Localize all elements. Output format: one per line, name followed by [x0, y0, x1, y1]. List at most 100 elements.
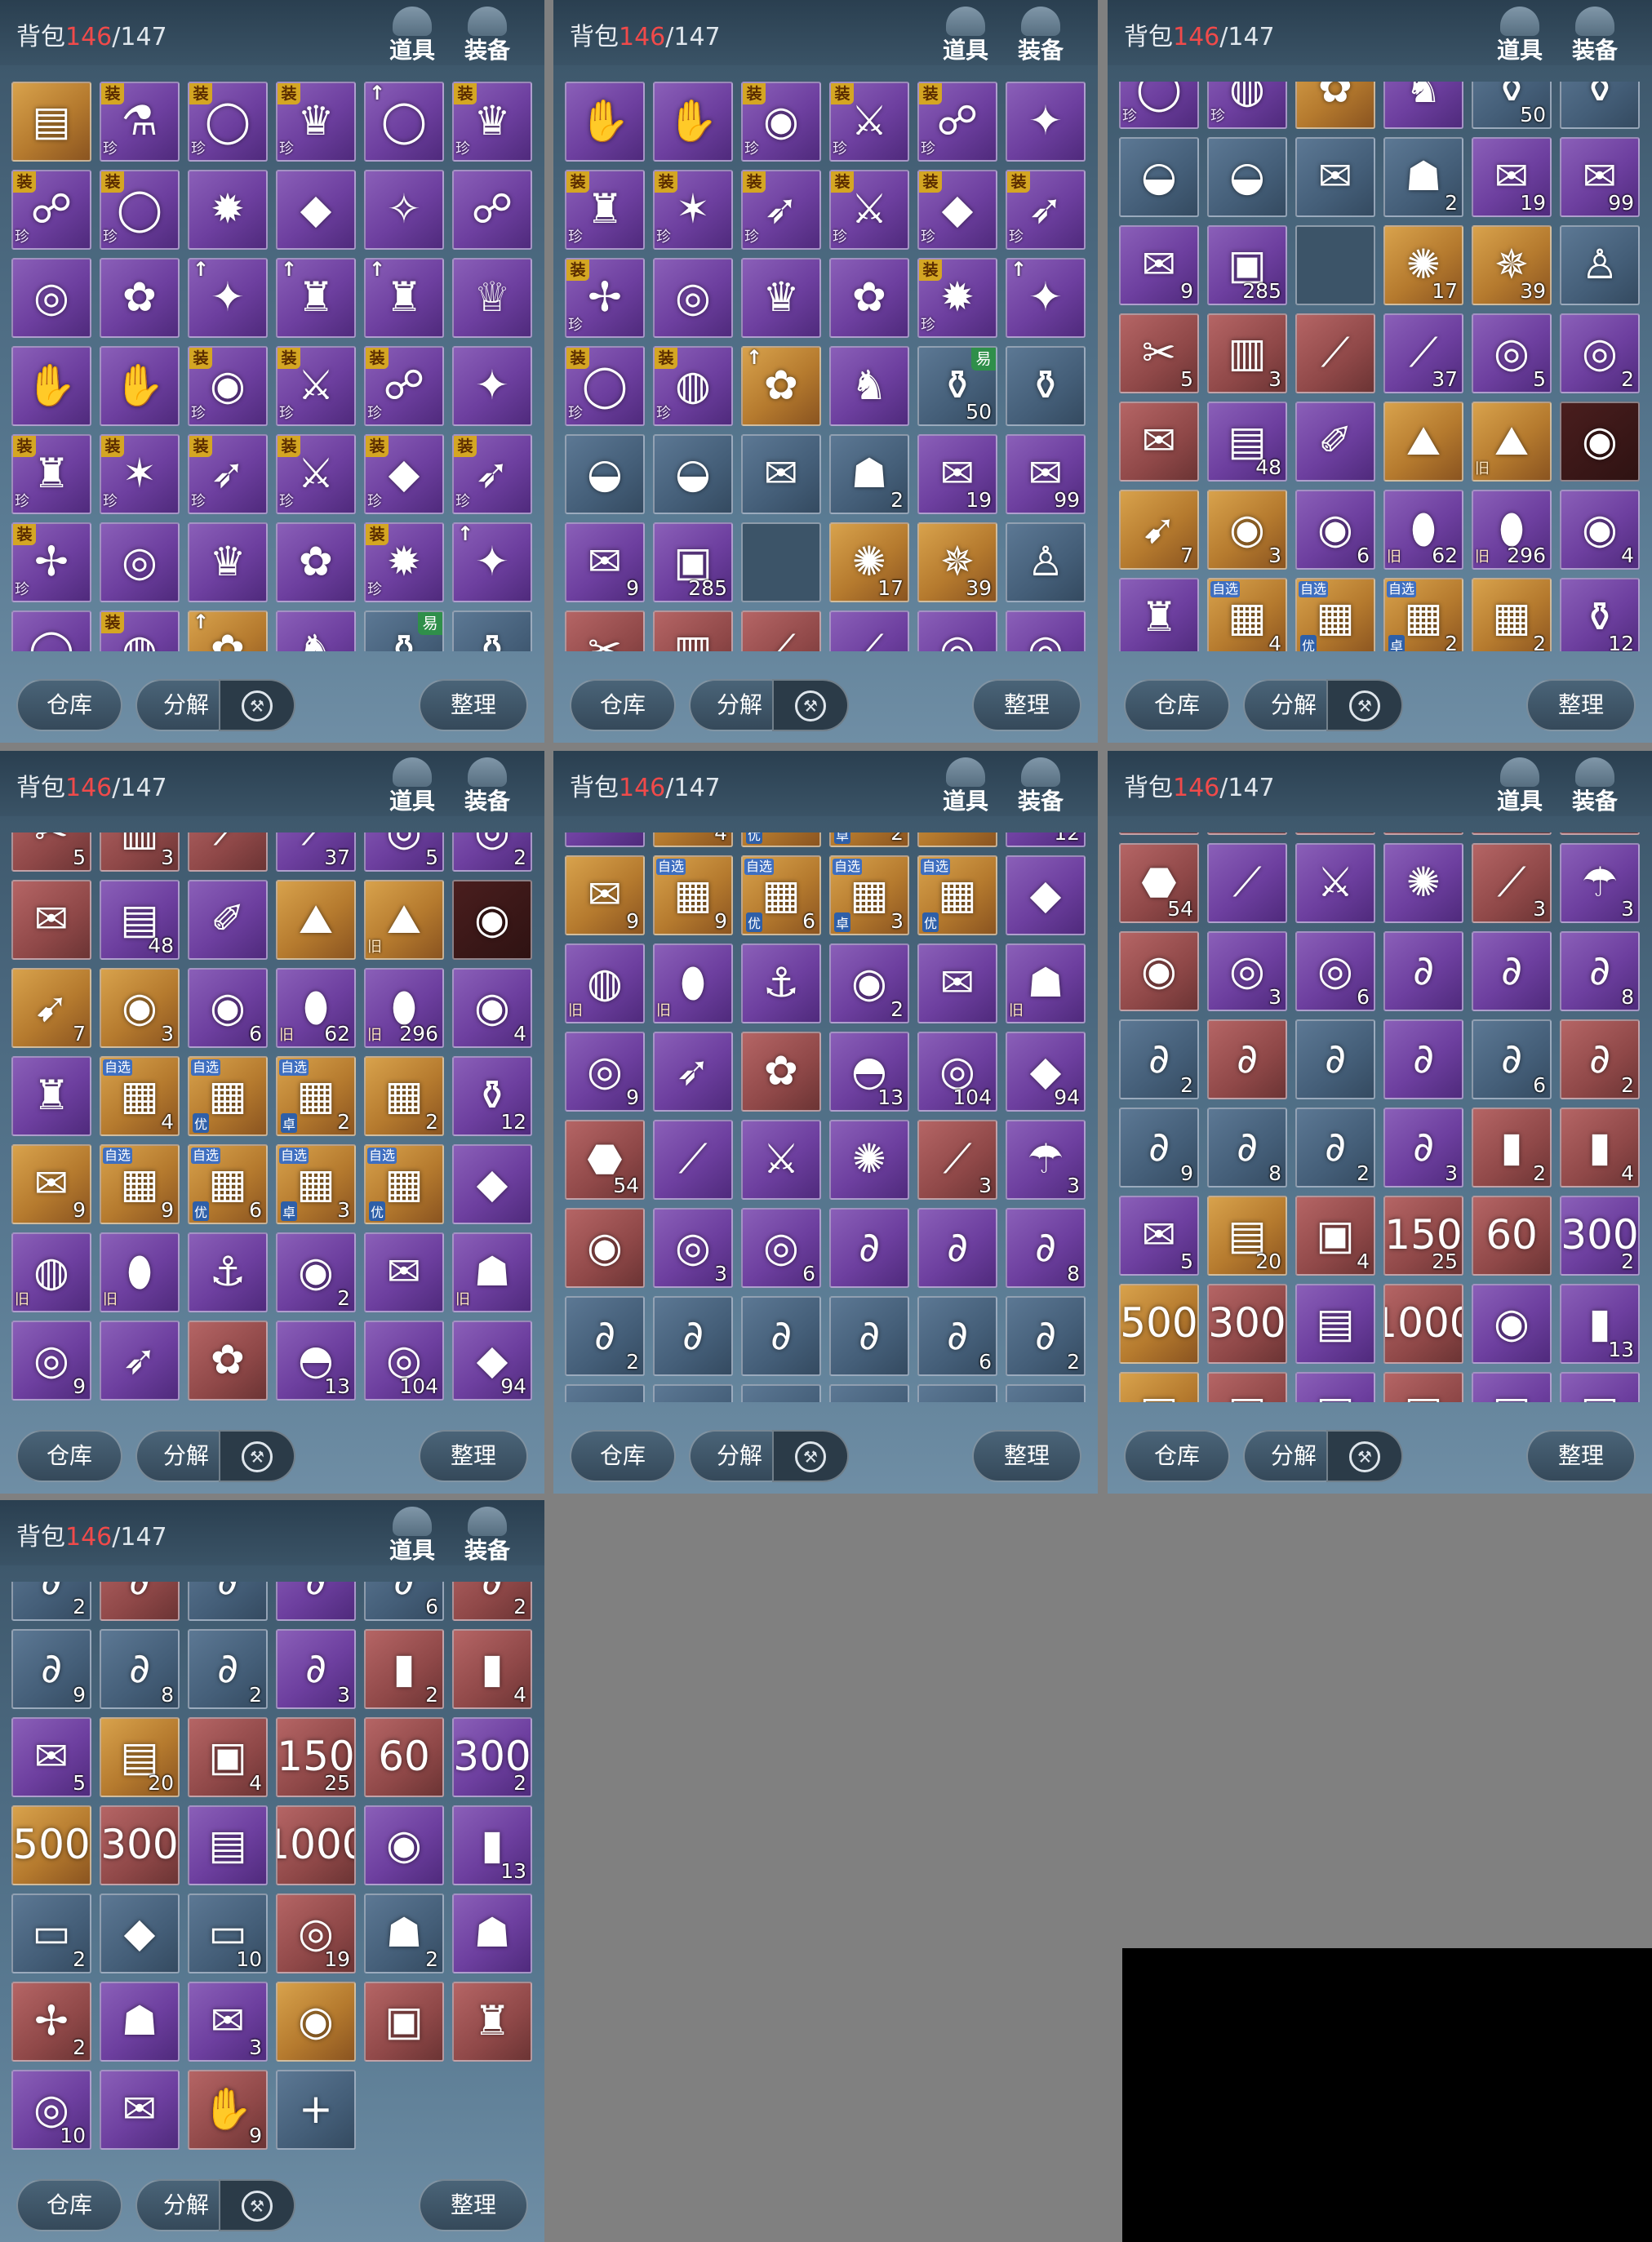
- item-slot[interactable]: ▤: [1560, 1372, 1640, 1402]
- item-slot[interactable]: ◉ 6: [188, 968, 268, 1048]
- item-slot[interactable]: ◯装珍: [100, 170, 180, 250]
- item-slot[interactable]: ▤: [1383, 1372, 1463, 1402]
- item-slot[interactable]: ✂5: [1119, 313, 1199, 393]
- item-slot[interactable]: ➶: [653, 1032, 733, 1112]
- item-slot[interactable]: ▦ 自选优: [188, 1056, 268, 1136]
- item-slot[interactable]: ∂: [1207, 1019, 1287, 1099]
- item-slot[interactable]: ✵ 39: [1472, 225, 1552, 305]
- item-slot[interactable]: ⚱: [1560, 82, 1640, 129]
- item-slot[interactable]: ∂: [741, 1384, 821, 1402]
- item-slot[interactable]: ✉ 9: [11, 1144, 91, 1224]
- item-slot[interactable]: ➶ 装珍: [188, 434, 268, 514]
- item-slot[interactable]: ✶ 装珍: [100, 434, 180, 514]
- item-slot[interactable]: ◓ 13: [276, 1321, 356, 1401]
- item-slot[interactable]: ⚔ 装珍: [829, 82, 909, 162]
- decompose-hammer-button[interactable]: ⚒: [772, 1430, 849, 1482]
- item-slot[interactable]: ▦ 自选优: [917, 855, 997, 935]
- item-slot[interactable]: ➶ 装珍: [1006, 170, 1086, 250]
- item-slot[interactable]: ◉ 2: [276, 1232, 356, 1312]
- item-slot[interactable]: ♜: [452, 1982, 532, 2062]
- item-slot[interactable]: ✵ 39: [917, 522, 997, 602]
- item-slot[interactable]: ⬣ 54: [1119, 843, 1199, 923]
- item-slot[interactable]: ⟋: [741, 610, 821, 651]
- item-slot[interactable]: ◉: [452, 880, 532, 960]
- item-slot[interactable]: ⟋37: [1383, 313, 1463, 393]
- item-slot[interactable]: ⬮ 旧 296: [1472, 490, 1552, 570]
- item-slot[interactable]: ✉ 9: [565, 522, 645, 602]
- item-slot[interactable]: ⚱12: [1006, 832, 1086, 847]
- item-slot[interactable]: ◎ 104: [364, 1321, 444, 1401]
- item-slot[interactable]: ♕: [452, 258, 532, 338]
- item-slot[interactable]: ▦ 自选卓 2: [276, 1056, 356, 1136]
- item-slot[interactable]: ◉ 4: [452, 968, 532, 1048]
- tab-items[interactable]: 道具: [1487, 7, 1552, 64]
- tab-equipment[interactable]: 装备: [455, 1507, 520, 1564]
- item-slot[interactable]: ◍装珍: [100, 610, 180, 651]
- item-slot[interactable]: ✦ ↑: [1006, 258, 1086, 338]
- item-slot[interactable]: ⬮ 旧 62: [276, 968, 356, 1048]
- item-slot[interactable]: ∂: [565, 1384, 645, 1402]
- item-slot[interactable]: 300 2: [452, 1717, 532, 1797]
- item-slot[interactable]: ✿: [1295, 82, 1375, 129]
- item-slot[interactable]: ✺: [829, 1120, 909, 1200]
- item-slot[interactable]: ☗: [452, 1893, 532, 1973]
- item-slot[interactable]: ⚔: [1295, 843, 1375, 923]
- item-slot[interactable]: ⟋ 3: [917, 1120, 997, 1200]
- item-slot[interactable]: ✉: [11, 880, 91, 960]
- item-slot[interactable]: ∂2: [1295, 1108, 1375, 1188]
- item-slot[interactable]: ∂ 8: [1207, 1108, 1287, 1188]
- item-slot[interactable]: ◒: [653, 434, 733, 514]
- item-slot[interactable]: ▤ 20: [100, 1717, 180, 1797]
- item-slot[interactable]: ∂2: [11, 1582, 91, 1621]
- item-slot[interactable]: ✉ 99: [1560, 137, 1640, 217]
- item-slot[interactable]: ◯装珍: [565, 346, 645, 426]
- arrange-button[interactable]: 整理: [972, 679, 1081, 731]
- item-slot[interactable]: ⚱ 易 50: [917, 346, 997, 426]
- item-slot[interactable]: ✿ ↑: [188, 610, 268, 651]
- item-slot[interactable]: ∂2: [565, 1296, 645, 1376]
- item-slot[interactable]: 300 2: [1560, 1196, 1640, 1276]
- storage-button[interactable]: 仓库: [16, 679, 122, 731]
- item-slot[interactable]: ⚔ 装珍: [276, 346, 356, 426]
- decompose-hammer-button[interactable]: ⚒: [219, 1430, 295, 1482]
- item-slot[interactable]: ◆ 94: [1006, 1032, 1086, 1112]
- item-slot[interactable]: ⚱12: [452, 1056, 532, 1136]
- item-slot[interactable]: ∂: [1207, 832, 1287, 835]
- tab-equipment[interactable]: 装备: [1008, 757, 1073, 815]
- item-slot[interactable]: ⚔ 装珍: [829, 170, 909, 250]
- item-slot[interactable]: ⛰ 旧: [1472, 402, 1552, 482]
- item-slot[interactable]: ◯: [11, 610, 91, 651]
- arrange-button[interactable]: 整理: [419, 1430, 528, 1482]
- item-slot[interactable]: ◎ 6: [741, 1208, 821, 1288]
- item-slot[interactable]: ✶ 装珍: [653, 170, 733, 250]
- item-slot[interactable]: ∂2: [1119, 1019, 1199, 1099]
- arrange-button[interactable]: 整理: [1526, 679, 1636, 731]
- storage-button[interactable]: 仓库: [1124, 679, 1230, 731]
- item-slot[interactable]: ◍ 旧: [565, 943, 645, 1023]
- item-slot[interactable]: ◉ 装珍: [188, 346, 268, 426]
- item-slot[interactable]: ◉ 2: [829, 943, 909, 1023]
- item-slot[interactable]: ✦: [1006, 82, 1086, 162]
- item-slot[interactable]: ◉: [364, 1805, 444, 1885]
- item-slot[interactable]: ∂: [829, 1296, 909, 1376]
- item-slot[interactable]: ∂: [1383, 931, 1463, 1011]
- item-slot[interactable]: ∂94: [1560, 832, 1640, 835]
- item-slot[interactable]: ▦ 自选优 6: [741, 855, 821, 935]
- item-slot[interactable]: ◉: [565, 1208, 645, 1288]
- item-slot[interactable]: ∂: [276, 1582, 356, 1621]
- item-slot[interactable]: ◉ 6: [1295, 490, 1375, 570]
- item-slot[interactable]: ▮ 2: [364, 1629, 444, 1709]
- item-slot[interactable]: ✋ 9: [188, 2070, 268, 2150]
- item-slot[interactable]: ⚱ 50: [1472, 82, 1552, 129]
- item-slot[interactable]: ☍ 装珍: [364, 346, 444, 426]
- item-slot[interactable]: ✿ ↑: [741, 346, 821, 426]
- item-slot[interactable]: ▮ 2: [1472, 1108, 1552, 1188]
- item-slot[interactable]: ▤ 48: [100, 880, 180, 960]
- item-slot[interactable]: ♛: [188, 522, 268, 602]
- item-slot[interactable]: ▥3: [100, 832, 180, 872]
- item-slot[interactable]: ∂: [741, 1296, 821, 1376]
- item-slot[interactable]: ➹ 7: [1119, 490, 1199, 570]
- item-slot[interactable]: ∂ 8: [1560, 931, 1640, 1011]
- item-slot[interactable]: ▦卓2: [829, 832, 909, 847]
- item-slot[interactable]: ▤: [11, 82, 91, 162]
